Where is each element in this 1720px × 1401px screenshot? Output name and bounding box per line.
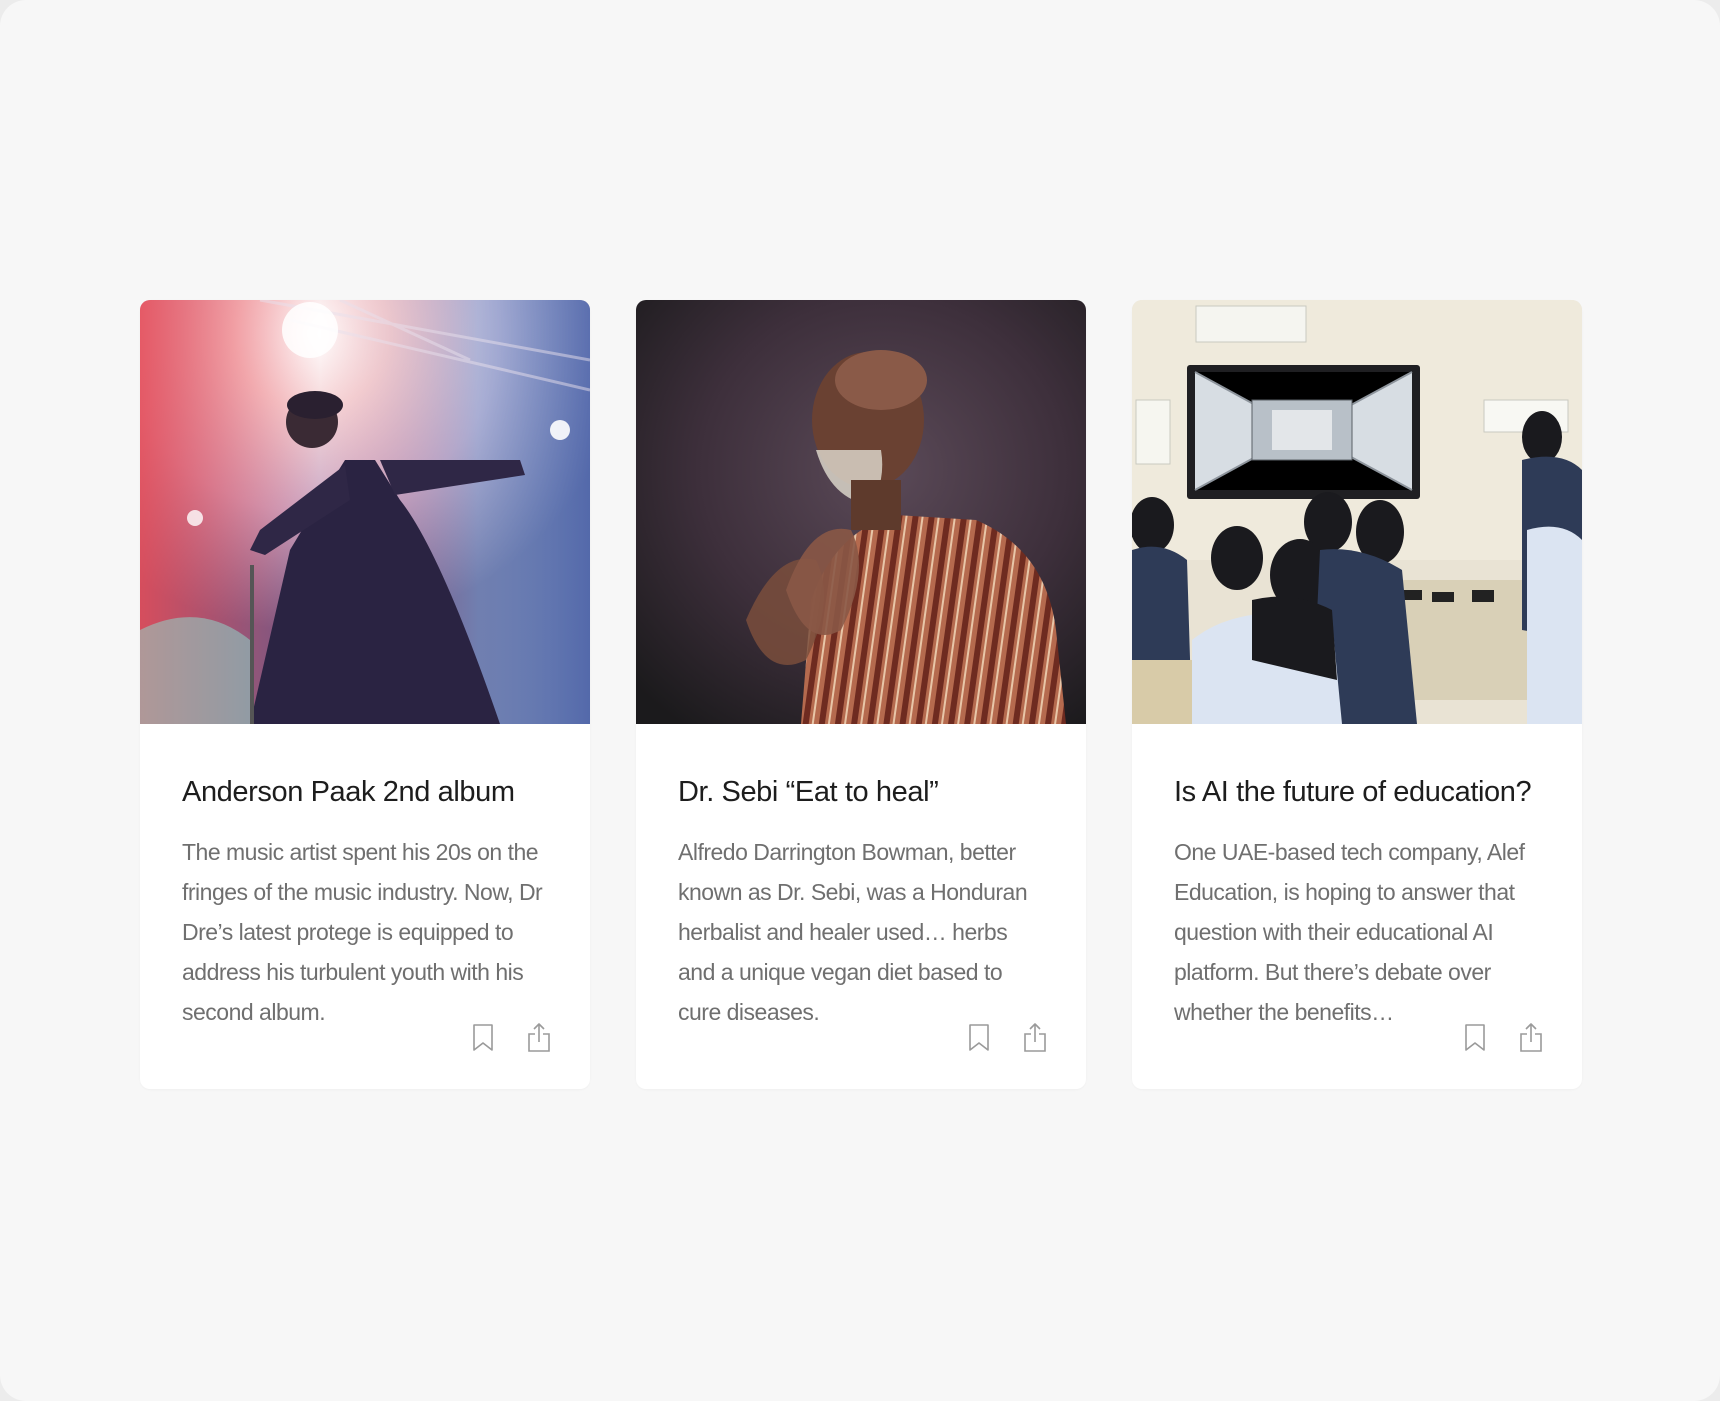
card-actions: [1462, 1023, 1544, 1053]
bookmark-icon[interactable]: [470, 1023, 496, 1053]
article-title[interactable]: Anderson Paak 2nd album: [182, 774, 548, 810]
card-actions: [966, 1023, 1048, 1053]
article-card-list: Anderson Paak 2nd album The music artist…: [140, 300, 1582, 1089]
article-image-portrait[interactable]: [636, 300, 1086, 724]
page-canvas: Anderson Paak 2nd album The music artist…: [0, 0, 1720, 1401]
article-image-classroom[interactable]: [1132, 300, 1582, 724]
article-title[interactable]: Dr. Sebi “Eat to heal”: [678, 774, 1044, 810]
article-description: The music artist spent his 20s on the fr…: [182, 839, 543, 1025]
card-actions: [470, 1023, 552, 1053]
article-title[interactable]: Is AI the future of education?: [1174, 774, 1540, 810]
bookmark-icon[interactable]: [1462, 1023, 1488, 1053]
bookmark-icon[interactable]: [966, 1023, 992, 1053]
article-card[interactable]: Dr. Sebi “Eat to heal” Alfredo Darringto…: [636, 300, 1086, 1089]
article-description: Alfredo Darrington Bowman, better known …: [678, 839, 1028, 1025]
article-image-concert[interactable]: [140, 300, 590, 724]
share-icon[interactable]: [526, 1023, 552, 1053]
article-card[interactable]: Is AI the future of education? One UAE-b…: [1132, 300, 1582, 1089]
article-description: One UAE-based tech company, Alef Educati…: [1174, 839, 1525, 1025]
article-card[interactable]: Anderson Paak 2nd album The music artist…: [140, 300, 590, 1089]
share-icon[interactable]: [1022, 1023, 1048, 1053]
share-icon[interactable]: [1518, 1023, 1544, 1053]
